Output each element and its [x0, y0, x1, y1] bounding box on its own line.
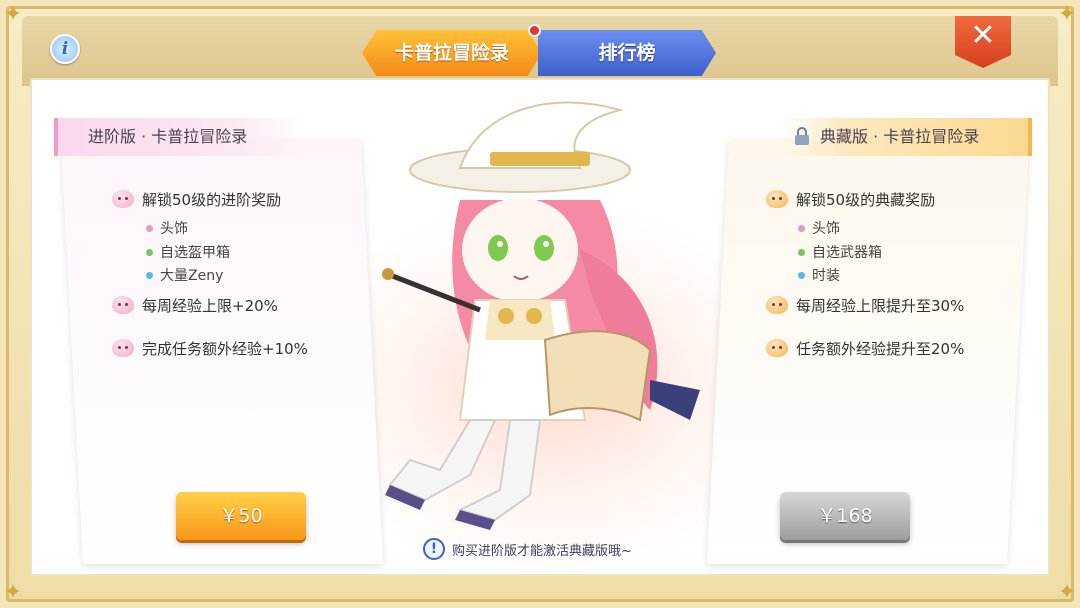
lock-icon: [795, 127, 809, 145]
notification-dot: [528, 24, 541, 37]
close-icon: ✕: [970, 18, 996, 53]
corner-ornament-icon: ✦: [3, 2, 23, 27]
advanced-feature-1: 解锁50级的进阶奖励: [142, 191, 282, 209]
corner-ornament-icon: ✦: [1057, 580, 1077, 605]
tab-kafra-adventure[interactable]: 卡普拉冒险录: [362, 30, 542, 76]
advanced-sub-item-2: 自选盔甲箱: [160, 245, 230, 261]
exclamation-icon: !: [423, 538, 445, 560]
poring-bullet-icon: [112, 339, 134, 357]
bullet-dot-icon: [798, 225, 805, 232]
activation-notice: 购买进阶版才能激活典藏版哦~: [452, 544, 632, 559]
bullet-dot-icon: [146, 225, 153, 232]
buy-advanced-button[interactable]: ￥50: [176, 492, 306, 540]
bullet-dot-icon: [146, 249, 153, 256]
corner-ornament-icon: ✦: [3, 580, 23, 605]
collector-feature-3: 任务额外经验提升至20%: [796, 340, 965, 358]
corner-ornament-icon: ✦: [1057, 2, 1077, 27]
info-button[interactable]: i: [50, 34, 80, 64]
buy-collector-button[interactable]: ￥168: [780, 492, 910, 540]
collector-feature-1: 解锁50级的典藏奖励: [796, 191, 936, 209]
advanced-feature-3: 完成任务额外经验+10%: [142, 340, 308, 358]
collector-sub-item-2: 自选武器箱: [812, 245, 882, 261]
poring-bullet-icon: [766, 339, 788, 357]
bullet-dot-icon: [798, 249, 805, 256]
collector-feature-2: 每周经验上限提升至30%: [796, 297, 965, 315]
witch-character-illustration: [382, 101, 700, 530]
poring-bullet-icon: [766, 296, 788, 314]
collector-sub-item-3: 时装: [812, 268, 840, 284]
advanced-sub-item-1: 头饰: [160, 221, 188, 237]
info-icon: i: [61, 39, 69, 59]
bullet-dot-icon: [798, 272, 805, 279]
poring-bullet-icon: [766, 190, 788, 208]
advanced-feature-2: 每周经验上限+20%: [142, 297, 278, 315]
bullet-dot-icon: [146, 272, 153, 279]
poring-bullet-icon: [112, 296, 134, 314]
tab-leaderboard[interactable]: 排行榜: [538, 30, 716, 76]
poring-bullet-icon: [112, 190, 134, 208]
advanced-card-title: 进阶版 · 卡普拉冒险录: [54, 118, 304, 156]
collector-card-title: 典藏版 · 卡普拉冒险录: [782, 118, 1032, 156]
advanced-sub-item-3: 大量Zeny: [160, 268, 224, 284]
collector-sub-item-1: 头饰: [812, 221, 840, 237]
